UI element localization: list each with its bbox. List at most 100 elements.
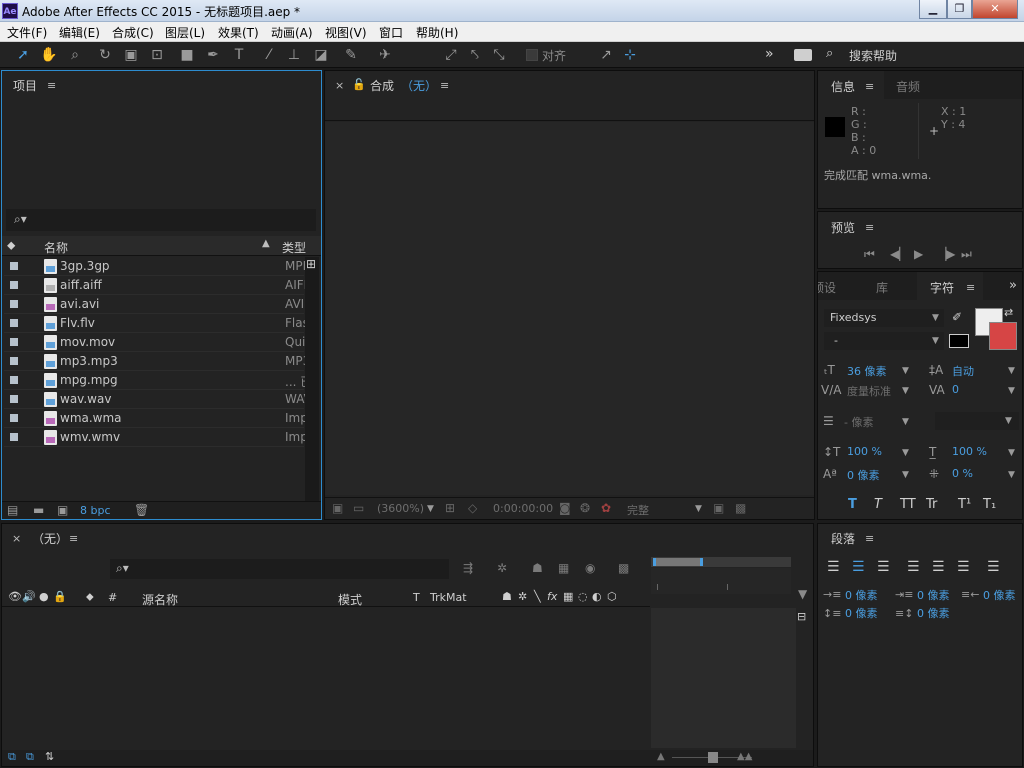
menu-view[interactable]: 视图(V) [325,24,367,41]
label-tag-icon[interactable]: ⬥ [7,238,15,253]
trkmat-header[interactable]: TrkMat [430,591,467,604]
layer-search-input[interactable]: ⌕▾ [110,559,449,579]
character-tab[interactable]: 字符 [930,279,954,296]
label-color-chip[interactable] [10,376,18,384]
brush-tool-icon[interactable]: ⁄ [260,46,278,64]
faux-italic-button[interactable]: T [874,497,882,512]
comp-marker-bin-icon[interactable]: ▼ [798,587,807,601]
kerning-value[interactable]: 度量标准 [847,383,891,399]
align-checkbox[interactable] [526,49,538,61]
tsume-dropdown-icon[interactable]: ▼ [1008,470,1015,480]
menu-composition[interactable]: 合成(C) [112,24,154,41]
zoom-in-icon[interactable]: ▲▲ [737,751,752,762]
indent-left-value[interactable]: 0 像素 [845,587,878,603]
roto-brush-tool-icon[interactable]: ✎ [342,46,360,64]
graph-editor-icon[interactable]: ▩ [618,561,629,575]
collapse-switch-icon[interactable]: ✲ [518,590,527,603]
swap-colors-icon[interactable]: ⇄ [1004,306,1013,319]
hierarchy-icon[interactable]: ⊞ [306,257,316,271]
toggle-timing-icon[interactable]: ⇅ [45,750,54,763]
faux-bold-button[interactable]: T [848,497,857,512]
project-item-row[interactable]: mp3.mp3 MP3 [4,352,305,371]
project-search-input[interactable]: ⌕▾ [6,209,316,231]
menu-help[interactable]: 帮助(H) [416,24,458,41]
composition-panel-title[interactable]: 合成 [370,77,394,94]
baseline-shift-value[interactable]: 0 像素 [847,467,880,483]
rotation-tool-icon[interactable]: ↻ [96,46,114,64]
panel-menu-icon[interactable]: ≡ [865,80,874,93]
tsume-value[interactable]: 0 % [952,467,973,480]
region-of-interest-icon[interactable]: ▣ [332,501,343,515]
all-caps-button[interactable]: TT [900,497,916,512]
menu-layer[interactable]: 图层(L) [165,24,205,41]
shy-switch-icon[interactable]: ☗ [502,590,512,603]
menu-effect[interactable]: 效果(T) [218,24,259,41]
motion-blur-icon[interactable]: ◉ [585,561,595,575]
project-scrollbar[interactable] [305,257,319,501]
first-line-indent-value[interactable]: 0 像素 [917,587,950,603]
type-tool-icon[interactable]: T [230,46,248,64]
previous-frame-icon[interactable]: ◀▏ [890,247,908,261]
horizontal-scale-dropdown-icon[interactable]: ▼ [1008,448,1015,458]
baseline-shift-dropdown-icon[interactable]: ▼ [902,470,909,480]
zoom-dropdown-icon[interactable]: ▼ [427,504,434,514]
name-column-header[interactable]: 名称 [44,239,68,256]
pan-behind-tool-icon[interactable]: ⊡ [148,46,166,64]
frame-blending-icon[interactable]: ▦ [558,561,569,575]
timeline-track-area[interactable] [651,608,796,748]
label-color-chip[interactable] [10,395,18,403]
mask-visibility-icon[interactable]: ◇ [468,501,477,515]
safe-zones-icon[interactable]: ⊞ [445,501,455,515]
align-right-icon[interactable]: ☰ [877,559,890,575]
align-left-icon[interactable]: ☰ [827,559,840,575]
composition-viewer[interactable] [325,122,814,495]
tracking-dropdown-icon[interactable]: ▼ [1008,386,1015,396]
tracking-value[interactable]: 0 [952,383,959,396]
transparency-grid-icon[interactable]: ▩ [735,501,746,515]
3d-layer-switch-icon[interactable]: ⬡ [607,590,617,603]
show-snapshot-icon[interactable]: ❂ [580,501,590,515]
font-style-select[interactable]: - ▼ [824,332,944,350]
frame-blend-switch-icon[interactable]: ▦ [563,590,573,603]
trash-icon[interactable]: 🗑 [134,503,149,517]
close-tab-icon[interactable]: × [335,79,344,92]
label-tag-icon[interactable]: ⬥ [86,590,94,604]
timeline-title[interactable]: （无） [32,530,68,547]
comp-flowchart-icon[interactable]: ⇶ [463,561,473,575]
label-color-chip[interactable] [10,433,18,441]
vertical-scale-dropdown-icon[interactable]: ▼ [902,448,909,458]
zoom-slider-handle[interactable] [708,752,718,763]
vertical-scale-value[interactable]: 100 % [847,445,882,458]
superscript-button[interactable]: T¹ [958,497,971,512]
toggle-modes-icon[interactable]: ⧉ [26,750,34,764]
comp-button-icon[interactable]: ⊟ [797,610,806,623]
info-tab[interactable]: 信息 [831,78,855,95]
panel-menu-icon[interactable]: ≡ [865,532,874,545]
menu-edit[interactable]: 编辑(E) [59,24,100,41]
leading-value[interactable]: 自动 [952,363,974,379]
zoom-tool-icon[interactable]: ⌕ [66,46,84,64]
solo-icon[interactable]: ● [39,590,49,603]
label-color-chip[interactable] [10,414,18,422]
stroke-width-dropdown-icon[interactable]: ▼ [902,417,909,427]
local-axis-icon[interactable]: ⤢ [442,46,460,64]
world-axis-icon[interactable]: ⤣ [466,46,484,64]
stroke-color-swatch[interactable] [989,322,1017,350]
justify-last-left-icon[interactable]: ☰ [907,559,920,575]
font-family-select[interactable]: Fixedsys ▼ [824,309,944,327]
next-frame-icon[interactable]: ▕▶ [937,247,955,261]
label-color-chip[interactable] [10,262,18,270]
type-column-header[interactable]: 类型 [282,239,306,256]
indent-right-value[interactable]: 0 像素 [983,587,1016,603]
lock-icon[interactable]: 🔒 [53,590,67,603]
hand-tool-icon[interactable]: ✋ [40,46,58,64]
current-time[interactable]: 0:00:00:00 [493,502,553,515]
small-caps-button[interactable]: Tr [926,497,937,512]
snap-target-icon[interactable]: ⊹ [621,46,639,64]
minimize-button[interactable]: ▁ [919,0,947,19]
black-white-swatch[interactable] [949,334,969,348]
quality-switch-icon[interactable]: ╲ [534,590,541,603]
justify-all-icon[interactable]: ☰ [987,559,1000,575]
label-color-chip[interactable] [10,319,18,327]
eraser-tool-icon[interactable]: ◪ [312,46,330,64]
